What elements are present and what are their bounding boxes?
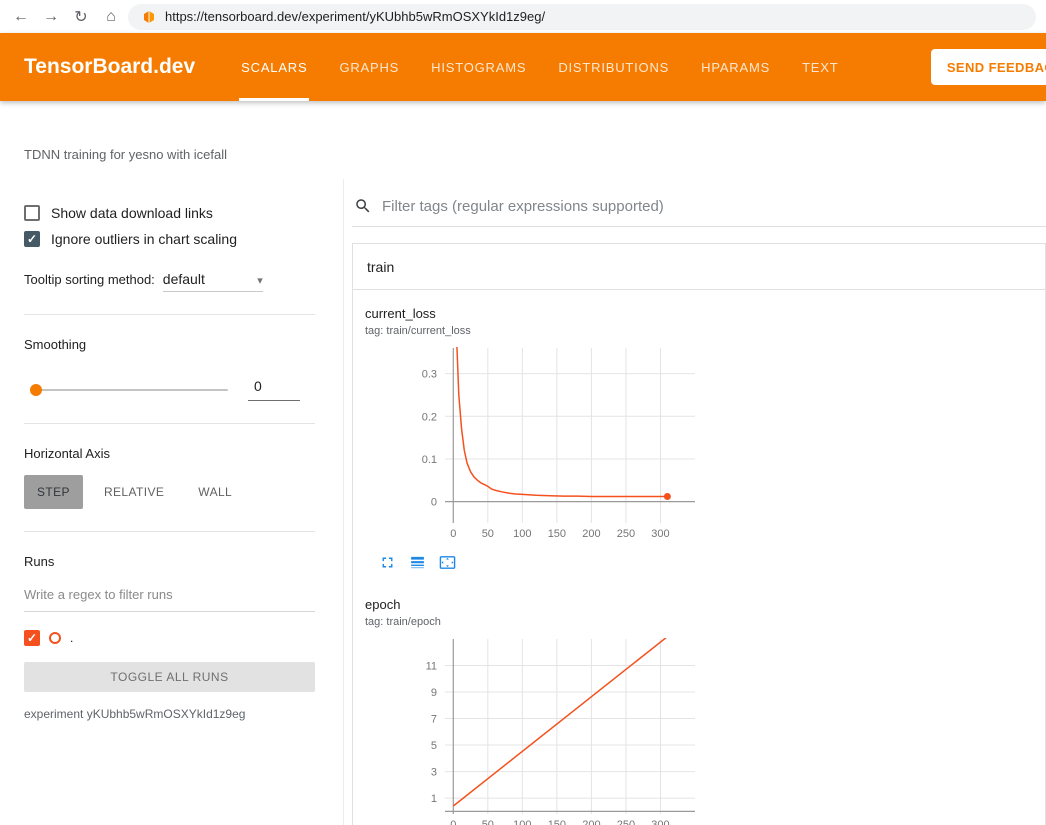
- body-row: Show data download links Ignore outliers…: [0, 179, 1046, 825]
- svg-text:300: 300: [651, 528, 669, 540]
- axis-step-button[interactable]: STEP: [24, 475, 83, 509]
- svg-text:300: 300: [651, 819, 669, 825]
- run-color-swatch-icon: [49, 632, 61, 644]
- experiment-note: experiment yKUbhb5wRmOSXYkId1z9eg: [24, 707, 315, 721]
- address-bar[interactable]: https://tensorboard.dev/experiment/yKUbh…: [128, 4, 1036, 30]
- line-chart[interactable]: 0 50 100 150 200 250 300 1 3 5 7 9 11: [365, 636, 703, 825]
- brand-title: TensorBoard.dev: [24, 55, 195, 79]
- horizontal-axis-label: Horizontal Axis: [24, 446, 315, 461]
- dropdown-caret-icon: ▾: [257, 274, 263, 287]
- svg-text:1: 1: [431, 793, 437, 805]
- main-content: train current_loss tag: train/current_los…: [344, 179, 1046, 825]
- tab-histograms[interactable]: HISTOGRAMS: [429, 33, 528, 101]
- svg-text:150: 150: [548, 819, 566, 825]
- url-text: https://tensorboard.dev/experiment/yKUbh…: [165, 9, 545, 24]
- section-divider: [24, 531, 315, 532]
- svg-text:7: 7: [431, 714, 437, 726]
- axis-wall-button[interactable]: WALL: [185, 475, 245, 509]
- app-header: TensorBoard.dev SCALARS GRAPHS HISTOGRAM…: [0, 33, 1046, 101]
- tensorboard-favicon: [142, 10, 156, 24]
- svg-text:250: 250: [617, 819, 635, 825]
- slider-thumb-icon[interactable]: [30, 384, 42, 396]
- svg-text:0: 0: [450, 528, 456, 540]
- tag-group-title: train: [367, 259, 394, 275]
- svg-text:0: 0: [431, 497, 437, 509]
- nav-tabs: SCALARS GRAPHS HISTOGRAMS DISTRIBUTIONS …: [239, 33, 840, 101]
- chart-card: current_loss tag: train/current_loss 0 50 10…: [365, 306, 703, 597]
- svg-text:0.3: 0.3: [422, 369, 437, 381]
- tab-scalars[interactable]: SCALARS: [239, 33, 309, 101]
- tab-graphs[interactable]: GRAPHS: [337, 33, 401, 101]
- tooltip-sorting-value: default: [163, 271, 205, 287]
- tab-text[interactable]: TEXT: [800, 33, 840, 101]
- chart-tag-label: tag: train/current_loss: [365, 325, 703, 337]
- tag-filter-input[interactable]: [382, 198, 1046, 215]
- svg-text:200: 200: [582, 528, 600, 540]
- svg-text:9: 9: [431, 687, 437, 699]
- section-divider: [24, 423, 315, 424]
- tab-hparams[interactable]: HPARAMS: [699, 33, 772, 101]
- svg-text:50: 50: [482, 528, 494, 540]
- screen: ← → ↻ ⌂ https://tensorboard.dev/experime…: [0, 0, 1046, 825]
- reload-icon[interactable]: ↻: [68, 7, 94, 27]
- section-divider: [24, 314, 315, 315]
- expand-icon[interactable]: [379, 554, 396, 571]
- chart-title: epoch: [365, 597, 703, 612]
- tag-group-card: train current_loss tag: train/current_los…: [352, 243, 1046, 825]
- fit-domain-icon[interactable]: [439, 554, 456, 571]
- tag-group-header[interactable]: train: [353, 244, 1045, 290]
- show-download-links-row[interactable]: Show data download links: [24, 205, 315, 221]
- svg-text:100: 100: [513, 528, 531, 540]
- axis-relative-button[interactable]: RELATIVE: [91, 475, 177, 509]
- browser-toolbar: ← → ↻ ⌂ https://tensorboard.dev/experime…: [0, 0, 1046, 33]
- checkbox-unchecked-icon[interactable]: [24, 205, 40, 221]
- chart-title: current_loss: [365, 306, 703, 321]
- svg-text:0.1: 0.1: [422, 454, 437, 466]
- ignore-outliers-row[interactable]: Ignore outliers in chart scaling: [24, 231, 315, 247]
- toggle-all-runs-button[interactable]: TOGGLE ALL RUNS: [24, 662, 315, 692]
- forward-icon[interactable]: →: [38, 8, 64, 26]
- svg-text:200: 200: [582, 819, 600, 825]
- smoothing-value[interactable]: 0: [248, 378, 300, 401]
- checkbox-checked-icon[interactable]: [24, 231, 40, 247]
- tooltip-sorting-select[interactable]: default ▾: [163, 271, 263, 292]
- ignore-outliers-label: Ignore outliers in chart scaling: [51, 231, 237, 247]
- svg-text:11: 11: [426, 661, 437, 673]
- home-icon[interactable]: ⌂: [98, 8, 124, 26]
- tooltip-sorting-row: Tooltip sorting method: default ▾: [24, 271, 315, 292]
- horizontal-axis-buttons: STEP RELATIVE WALL: [24, 475, 315, 509]
- subheader: TDNN training for yesno with icefall: [0, 101, 1046, 179]
- tag-filter-row: [352, 187, 1046, 227]
- show-download-links-label: Show data download links: [51, 205, 213, 221]
- svg-text:250: 250: [617, 528, 635, 540]
- runs-filter-input[interactable]: [24, 585, 315, 612]
- run-checkbox-icon[interactable]: [24, 630, 40, 646]
- svg-text:5: 5: [431, 740, 437, 752]
- line-chart[interactable]: 0 50 100 150 200 250 300 0 0.1 0.2 0.3: [365, 345, 703, 543]
- chart-grid: current_losstag: train/current_loss05010…: [353, 290, 1045, 825]
- tooltip-sorting-label: Tooltip sorting method:: [24, 272, 155, 287]
- svg-text:100: 100: [513, 819, 531, 825]
- svg-text:150: 150: [548, 528, 566, 540]
- chart-tag-label: tag: train/epoch: [365, 616, 703, 628]
- run-name: .: [70, 631, 73, 645]
- svg-text:0: 0: [450, 819, 456, 825]
- log-scale-icon[interactable]: [409, 554, 426, 571]
- smoothing-row: 0: [24, 378, 315, 401]
- chart-card: epoch tag: train/epoch 0 50 100 150 200 250 300 1…: [365, 597, 703, 825]
- smoothing-label: Smoothing: [24, 337, 315, 352]
- run-row[interactable]: .: [24, 630, 315, 646]
- tab-distributions[interactable]: DISTRIBUTIONS: [556, 33, 671, 101]
- chart-toolbar: [365, 548, 703, 597]
- smoothing-slider[interactable]: [32, 389, 228, 391]
- send-feedback-button[interactable]: SEND FEEDBACK: [931, 49, 1046, 85]
- svg-text:0.2: 0.2: [422, 411, 437, 423]
- back-icon[interactable]: ←: [8, 8, 34, 26]
- experiment-title: TDNN training for yesno with icefall: [0, 101, 1046, 162]
- runs-label: Runs: [24, 554, 315, 569]
- svg-text:3: 3: [431, 767, 437, 779]
- search-icon: [354, 197, 372, 215]
- svg-text:50: 50: [482, 819, 494, 825]
- settings-sidebar: Show data download links Ignore outliers…: [0, 179, 344, 825]
